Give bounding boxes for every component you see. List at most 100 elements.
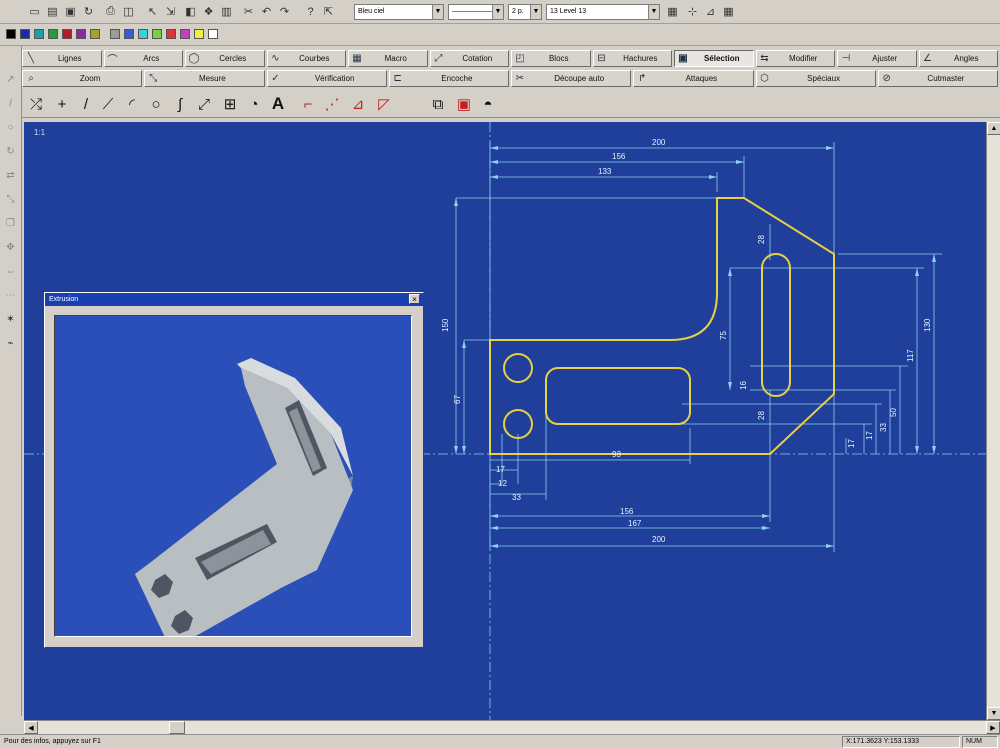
- level-combo[interactable]: 13 Level 13 ▼: [546, 4, 660, 20]
- command-blocks-button[interactable]: ◰ Blocs: [511, 50, 591, 67]
- context-help-icon[interactable]: ⇱: [320, 3, 337, 20]
- thickness-combo[interactable]: 2 p. ▼: [508, 4, 542, 20]
- cut-icon[interactable]: ✂: [240, 3, 257, 20]
- properties-icon[interactable]: ◧: [182, 3, 199, 20]
- color-swatch[interactable]: [48, 29, 58, 39]
- command-dimension-button[interactable]: ⤢ Cotation: [429, 50, 509, 67]
- blocks-icon[interactable]: ⊞: [220, 94, 240, 114]
- color-swatch[interactable]: [6, 29, 16, 39]
- ortho-icon[interactable]: ⊿: [702, 3, 719, 20]
- level-manager-icon[interactable]: ▦: [664, 3, 681, 20]
- scroll-down-icon[interactable]: ▼: [987, 707, 1000, 720]
- chamfer-icon[interactable]: ◸: [374, 94, 394, 114]
- linetype-combo[interactable]: —————— ▼: [448, 4, 504, 20]
- pointer-icon[interactable]: ↖: [144, 3, 161, 20]
- command-cutmaster-button[interactable]: ⊘ Cutmaster: [877, 70, 998, 87]
- command-arcs-button[interactable]: ⌒ Arcs: [103, 50, 183, 67]
- command-modify-button[interactable]: ⇆ Modifier: [755, 50, 835, 67]
- colors-icon[interactable]: ▥: [218, 3, 235, 20]
- circle-icon[interactable]: ○: [146, 94, 166, 114]
- color-swatch[interactable]: [208, 29, 218, 39]
- command-notch-button[interactable]: ⊏ Encoche: [388, 70, 509, 87]
- command-trim-button[interactable]: ⊣ Ajuster: [837, 50, 917, 67]
- close-icon[interactable]: ×: [409, 294, 420, 304]
- scroll-up-icon[interactable]: ▲: [987, 122, 1000, 135]
- scroll-thumb[interactable]: [169, 721, 185, 734]
- smart-draw-icon[interactable]: ⤮: [26, 94, 46, 114]
- render-icon[interactable]: ▣: [454, 94, 474, 114]
- open-file-icon[interactable]: ▤: [44, 3, 61, 20]
- horizontal-scrollbar[interactable]: ◀ ▶: [24, 720, 1000, 734]
- color-swatch[interactable]: [180, 29, 190, 39]
- command-selection-button[interactable]: ▣ Sélection: [674, 50, 754, 67]
- color-combo[interactable]: Bleu ciel ▼: [354, 4, 444, 20]
- line-icon[interactable]: /: [3, 96, 18, 111]
- snap-icon[interactable]: ⊹: [684, 3, 701, 20]
- copy-icon[interactable]: ❐: [3, 216, 18, 231]
- command-lines-button[interactable]: ╲ Lignes: [22, 50, 102, 67]
- layers-icon[interactable]: ❖: [200, 3, 217, 20]
- save-icon[interactable]: ▣: [62, 3, 79, 20]
- curve-icon[interactable]: ∫: [170, 94, 190, 114]
- command-macro-button[interactable]: ▦ Macro: [348, 50, 428, 67]
- point-icon[interactable]: +: [52, 94, 72, 114]
- trim-icon[interactable]: ⌐: [298, 94, 318, 114]
- color-swatch[interactable]: [20, 29, 30, 39]
- print-icon[interactable]: ⎙: [102, 3, 119, 20]
- stretch-icon[interactable]: ⇔: [3, 264, 18, 279]
- arrow-icon[interactable]: ↗: [3, 72, 18, 87]
- undo-icon[interactable]: ↶: [258, 3, 275, 20]
- color-swatch[interactable]: [138, 29, 148, 39]
- command-verify-button[interactable]: ✓ Vérification: [266, 70, 387, 87]
- command-angles-button[interactable]: ∠ Angles: [918, 50, 998, 67]
- color-swatch[interactable]: [166, 29, 176, 39]
- command-hatch-button[interactable]: ⊟ Hachures: [592, 50, 672, 67]
- scroll-right-icon[interactable]: ▶: [986, 721, 1000, 734]
- grid-icon[interactable]: ▦: [720, 3, 737, 20]
- refresh-icon[interactable]: ↻: [80, 3, 97, 20]
- new-file-icon[interactable]: ▭: [26, 3, 43, 20]
- color-swatch[interactable]: [34, 29, 44, 39]
- extend-icon[interactable]: ⋰: [322, 94, 342, 114]
- color-swatch[interactable]: [124, 29, 134, 39]
- line-icon[interactable]: /: [76, 94, 96, 114]
- color-swatch[interactable]: [110, 29, 120, 39]
- redo-icon[interactable]: ↷: [276, 3, 293, 20]
- color-swatch[interactable]: [76, 29, 86, 39]
- render-window-titlebar[interactable]: Extrusion ×: [45, 293, 423, 306]
- help-icon[interactable]: ?: [302, 3, 319, 20]
- select-icon[interactable]: ⇲: [162, 3, 179, 20]
- extrude-icon[interactable]: ⧉: [428, 94, 448, 114]
- explode-icon[interactable]: ✶: [3, 312, 18, 327]
- solid-icon[interactable]: ◓: [478, 94, 498, 114]
- print-preview-icon[interactable]: ◫: [120, 3, 137, 20]
- circle-icon[interactable]: ○: [3, 120, 18, 135]
- line-angle-icon[interactable]: ⟋: [98, 94, 118, 114]
- dimension-icon[interactable]: ⤢: [194, 94, 214, 114]
- render-viewport[interactable]: [54, 315, 412, 637]
- vertical-scrollbar[interactable]: ▲ ▼: [986, 122, 1000, 720]
- scale-icon[interactable]: ⤡: [3, 192, 18, 207]
- break-icon[interactable]: ⋯: [3, 288, 18, 303]
- join-icon[interactable]: ⌁: [3, 336, 18, 351]
- spiral-icon[interactable]: ◔: [244, 94, 264, 114]
- command-measure-button[interactable]: ⤡ Mesure: [144, 70, 265, 87]
- command-circles-button[interactable]: ◯ Cercles: [185, 50, 265, 67]
- color-swatch[interactable]: [152, 29, 162, 39]
- color-swatch[interactable]: [194, 29, 204, 39]
- mirror-icon[interactable]: ⇄: [3, 168, 18, 183]
- offset-icon[interactable]: ⊿: [348, 94, 368, 114]
- arc-icon[interactable]: ◜: [122, 94, 142, 114]
- command-zoom-button[interactable]: ⌕ Zoom: [22, 70, 143, 87]
- command-curves-button[interactable]: ∿ Courbes: [266, 50, 346, 67]
- rotate-icon[interactable]: ↻: [3, 144, 18, 159]
- text-icon[interactable]: A: [268, 94, 288, 114]
- command-special-button[interactable]: ⬡ Spéciaux: [755, 70, 876, 87]
- color-swatch[interactable]: [62, 29, 72, 39]
- move-icon[interactable]: ✥: [3, 240, 18, 255]
- scroll-left-icon[interactable]: ◀: [24, 721, 38, 734]
- command-leadin-button[interactable]: ↱ Attaques: [633, 70, 754, 87]
- render-window[interactable]: Extrusion ×: [44, 292, 424, 648]
- command-autocut-button[interactable]: ✂ Découpe auto: [511, 70, 632, 87]
- color-swatch[interactable]: [90, 29, 100, 39]
